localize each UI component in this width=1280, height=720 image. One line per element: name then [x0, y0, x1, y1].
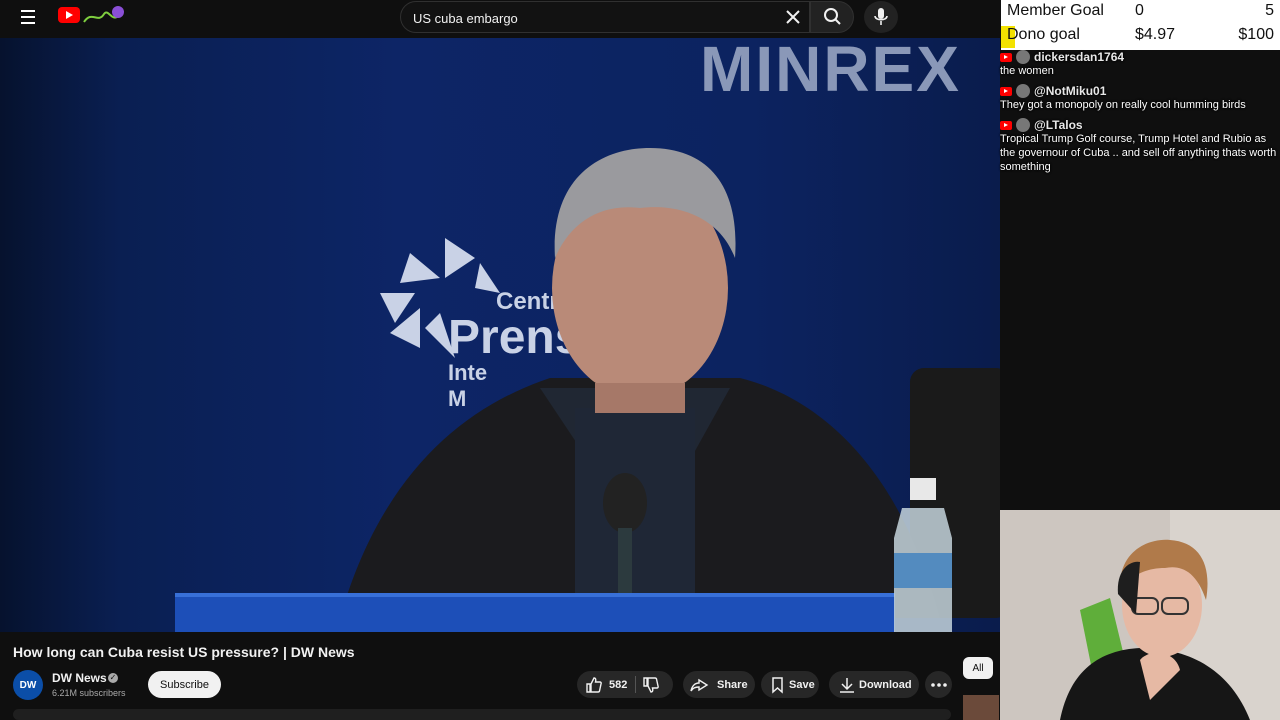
- video-player[interactable]: MINREX Centro Prensa Inte M: [0, 38, 1000, 632]
- chat-user: @LTalos: [1000, 118, 1280, 132]
- backdrop-sign-text: MINREX: [700, 38, 961, 105]
- save-button[interactable]: Save: [761, 671, 819, 698]
- dono-goal-target: $100: [1238, 26, 1274, 43]
- chat-text: They got a monopoly on really cool hummi…: [1000, 99, 1246, 111]
- chat-user: dickersdan1764: [1000, 50, 1280, 64]
- description-panel-edge: [13, 709, 951, 720]
- more-horizontal-icon: [930, 682, 947, 687]
- dislike-button[interactable]: [642, 676, 660, 694]
- like-dislike-group: 582: [577, 671, 673, 698]
- youtube-badge-icon: [1000, 120, 1012, 130]
- save-label: Save: [789, 678, 815, 691]
- member-goal-current: 0: [1135, 2, 1144, 19]
- search-box: [400, 1, 810, 33]
- chat-message: dickersdan1764 the women: [1000, 50, 1280, 78]
- avatar: [1016, 50, 1030, 64]
- menu-icon[interactable]: [16, 6, 42, 28]
- share-button[interactable]: Share: [683, 671, 755, 698]
- youtube-badge-icon: [1000, 52, 1012, 62]
- search-icon: [824, 8, 841, 25]
- like-divider: [635, 676, 637, 693]
- share-icon: [690, 678, 709, 691]
- youtube-badge-icon: [1000, 86, 1012, 96]
- chat-username: dickersdan1764: [1034, 50, 1125, 64]
- chat-text: Tropical Trump Golf course, Trump Hotel …: [1000, 133, 1277, 173]
- filter-chip-all[interactable]: All: [963, 657, 993, 679]
- chat-username: @LTalos: [1034, 118, 1083, 132]
- dono-goal-label: Dono goal: [1007, 26, 1080, 43]
- top-bar: [0, 0, 1000, 38]
- avatar: [1016, 84, 1030, 98]
- chat-text: the women: [1000, 65, 1054, 77]
- bookmark-icon: [772, 676, 783, 694]
- channel-art-icon: [83, 6, 124, 23]
- search-input[interactable]: [413, 8, 773, 28]
- youtube-logo-icon[interactable]: [58, 7, 80, 23]
- download-button[interactable]: Download: [829, 671, 919, 698]
- thumbs-down-icon: [643, 676, 660, 693]
- dono-goal-current: $4.97: [1135, 26, 1176, 43]
- avatar: [1016, 118, 1030, 132]
- dono-goal-row: Dono goal $4.97 $100: [1007, 26, 1274, 50]
- microphone-icon: [874, 8, 888, 25]
- chat-overlay: dickersdan1764 the women @NotMiku01 They…: [1000, 50, 1280, 180]
- download-label: Download: [859, 678, 912, 691]
- thumbs-up-icon: [586, 676, 602, 693]
- voice-search-button[interactable]: [864, 1, 898, 33]
- like-button[interactable]: 582: [577, 676, 627, 694]
- search-button[interactable]: [810, 1, 854, 33]
- verified-badge-icon: ✓: [108, 673, 118, 683]
- share-label: Share: [717, 678, 748, 691]
- video-title: How long can Cuba resist US pressure? | …: [13, 644, 355, 660]
- member-goal-label: Member Goal: [1007, 2, 1104, 19]
- channel-name[interactable]: DW News: [52, 671, 107, 685]
- webcam-feed: [1000, 510, 1280, 720]
- goal-overlay: Member Goal 0 5 Dono goal $4.97 $100: [1001, 0, 1280, 50]
- more-actions-button[interactable]: [925, 671, 952, 698]
- recommended-video-thumbnail[interactable]: [963, 695, 999, 720]
- water-bottle: [894, 478, 952, 632]
- download-icon: [840, 677, 854, 693]
- subscribe-button[interactable]: Subscribe: [148, 671, 221, 698]
- chat-username: @NotMiku01: [1034, 84, 1107, 98]
- streamer-webcam: [1000, 510, 1280, 720]
- like-count: 582: [609, 678, 628, 691]
- clear-search-icon[interactable]: [784, 8, 802, 26]
- member-goal-row: Member Goal 0 5: [1007, 2, 1274, 26]
- channel-avatar[interactable]: DW: [13, 670, 43, 700]
- desk: [175, 593, 895, 632]
- chat-message: @LTalos Tropical Trump Golf course, Trum…: [1000, 118, 1280, 174]
- member-goal-target: 5: [1265, 2, 1274, 19]
- chat-user: @NotMiku01: [1000, 84, 1280, 98]
- subscriber-count: 6.21M subscribers: [52, 688, 126, 698]
- chat-message: @NotMiku01 They got a monopoly on really…: [1000, 84, 1280, 112]
